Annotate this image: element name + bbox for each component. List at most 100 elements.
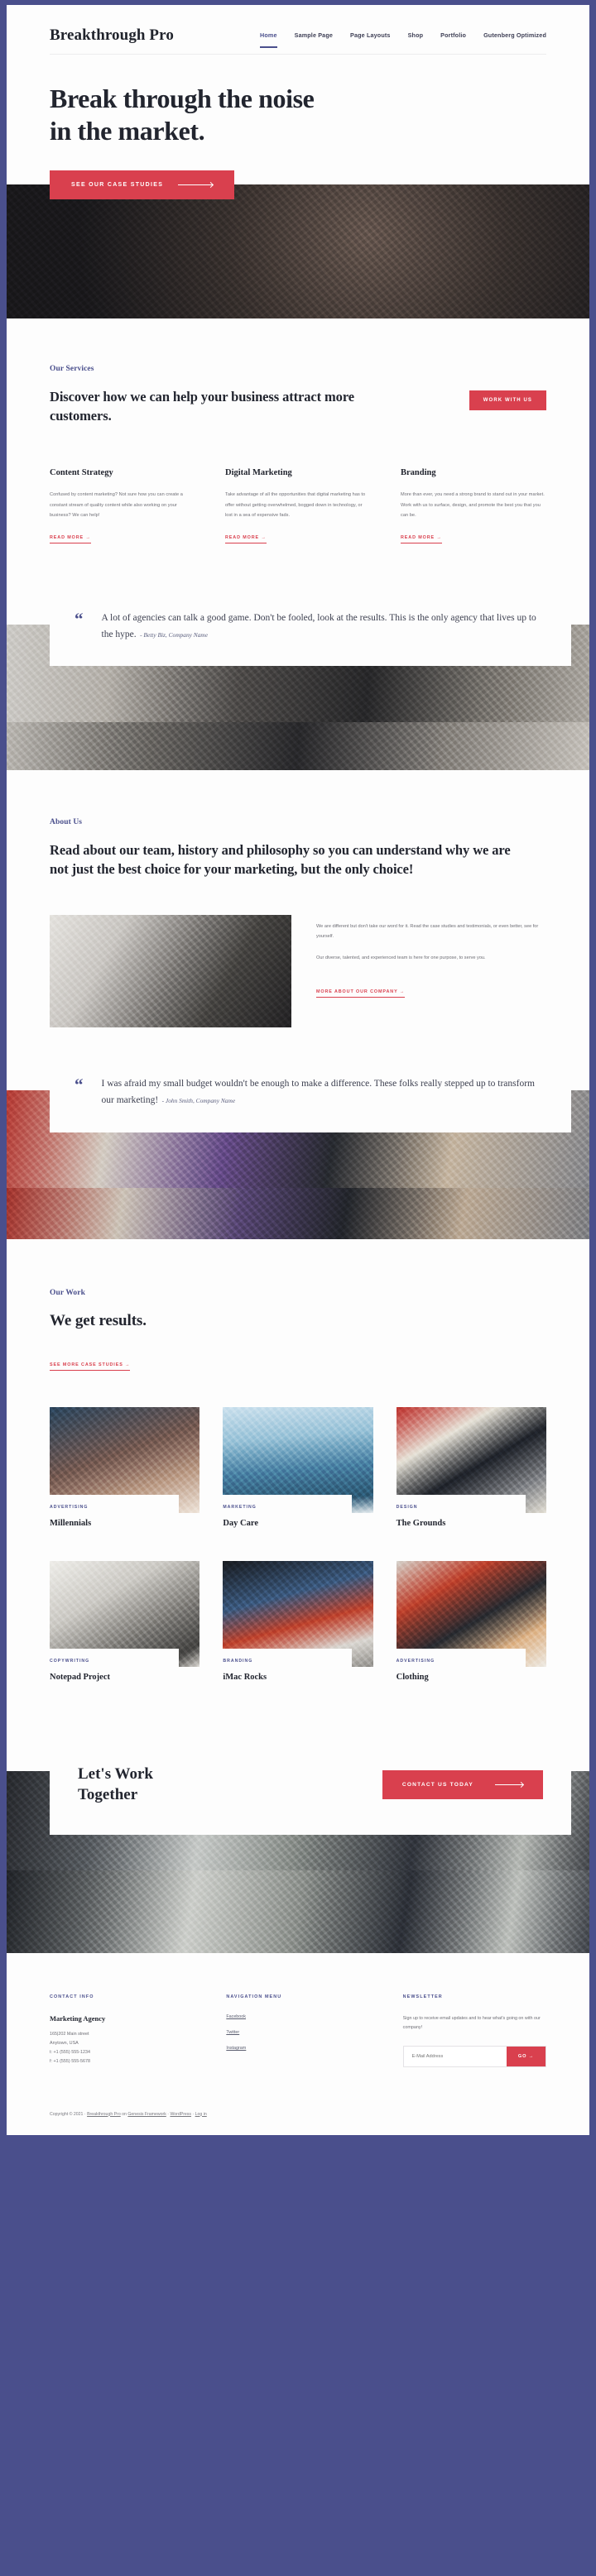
hero-cta-wrap: See Our Case Studies (7, 147, 589, 200)
footer-widgets: Contact Info Marketing Agency 165|202 Ma… (7, 1952, 589, 2097)
contact-us-today-button[interactable]: Contact Us Today (382, 1770, 543, 1800)
cta-title-line-2: Together (78, 1785, 138, 1803)
newsletter-subscribe-form: GO → (402, 2045, 546, 2067)
see-our-case-studies-label: See Our Case Studies (71, 182, 164, 189)
work-card[interactable]: Advertising Millennials (50, 1406, 200, 1539)
work-card-label: Design The Grounds (396, 1494, 526, 1539)
about-photo (50, 915, 291, 1028)
service-read-more-link[interactable]: Read More → (225, 535, 267, 544)
testimonial-photo-lower-2 (7, 1188, 589, 1240)
testimonial-card-1: “ A lot of agencies can talk a good game… (50, 588, 571, 667)
about-paragraph-1: We are different but don't take our word… (316, 924, 539, 940)
work-card-label: Branding iMac Rocks (223, 1648, 353, 1693)
work-card-title: iMac Rocks (223, 1672, 267, 1682)
page-root: Breakthrough Pro Home Sample Page Page L… (0, 0, 596, 2576)
quote-mark-icon: “ (74, 609, 84, 630)
testimonial-cite-2: - John Smith, Company Name (161, 1097, 236, 1105)
work-with-us-button[interactable]: Work With Us (469, 390, 546, 411)
cta-title-line-1: Let's Work (78, 1764, 153, 1783)
about-row: We are different but don't take our word… (50, 915, 546, 1028)
testimonial-body-2: I was afraid my small budget wouldn't be… (102, 1075, 544, 1108)
service-column-digital-marketing: Digital Marketing Take advantage of all … (225, 468, 371, 544)
credits-link-wordpress[interactable]: WordPress (170, 2112, 191, 2117)
footer-nav-heading: Navigation Menu (226, 1994, 282, 1999)
hero-headline-line-2: in the market. (50, 116, 205, 146)
footer-credits: Copyright © 2021 · Breakthrough Pro on G… (7, 2096, 589, 2135)
work-card-category: Marketing (223, 1504, 257, 1510)
service-read-more-link[interactable]: Read More → (401, 535, 442, 544)
footer-link-twitter[interactable]: Twitter (226, 2030, 369, 2035)
footer-address-line: 165|202 Main street (50, 2031, 89, 2037)
hero-headline-line-1: Break through the noise (50, 84, 315, 113)
cta-card: Let's Work Together Contact Us Today (50, 1736, 571, 1836)
work-card[interactable]: Copywriting Notepad Project (50, 1560, 200, 1693)
work-card-label: Copywriting Notepad Project (50, 1648, 179, 1693)
cta-band: Let's Work Together Contact Us Today (7, 1736, 589, 1870)
services-columns: Content Strategy Confused by content mar… (50, 468, 546, 544)
work-card-category: Copywriting (50, 1658, 90, 1664)
nav-item-sample-page[interactable]: Sample Page (295, 31, 333, 47)
work-card[interactable]: Design The Grounds (396, 1406, 546, 1539)
testimonial-cite-1: - Betty Biz, Company Name (140, 631, 209, 639)
arrow-right-icon (495, 1784, 523, 1786)
nav-item-shop[interactable]: Shop (408, 31, 424, 47)
about-eyebrow: About Us (50, 818, 83, 827)
quote-mark-icon: “ (74, 1075, 84, 1095)
site-sheet: Breakthrough Pro Home Sample Page Page L… (7, 5, 589, 2135)
work-card-title: Notepad Project (50, 1672, 110, 1682)
see-our-case-studies-button[interactable]: See Our Case Studies (50, 170, 235, 200)
nav-item-gutenberg-optimized[interactable]: Gutenberg Optimized (483, 31, 546, 47)
work-card-title: Millennials (50, 1518, 92, 1528)
testimonial-card-2: “ I was afraid my small budget wouldn't … (50, 1054, 571, 1132)
testimonial-photo-lower-1 (7, 722, 589, 771)
work-card-category: Design (396, 1504, 418, 1510)
service-column-content-strategy: Content Strategy Confused by content mar… (50, 468, 195, 544)
footer-newsletter: Newsletter Sign up to receive email upda… (402, 1994, 546, 2067)
work-eyebrow: Our Work (50, 1289, 85, 1298)
primary-navigation: Home Sample Page Page Layouts Shop Portf… (260, 31, 546, 48)
email-input[interactable] (403, 2046, 507, 2066)
service-read-more-link[interactable]: Read More → (50, 535, 91, 544)
service-title: Branding (401, 468, 436, 478)
work-card-label: Advertising Millennials (50, 1494, 179, 1539)
credits-link-log-in[interactable]: Log in (195, 2112, 207, 2117)
footer-newsletter-heading: Newsletter (402, 1994, 443, 1999)
footer-newsletter-description: Sign up to receive email updates and to … (402, 2015, 541, 2030)
work-card-category: Advertising (396, 1658, 435, 1664)
work-card-category: Advertising (50, 1504, 89, 1510)
work-title: We get results. (50, 1312, 147, 1330)
footer-address-line: Anytown, USA (50, 2041, 79, 2046)
work-card[interactable]: Branding iMac Rocks (223, 1560, 373, 1693)
more-about-our-company-link[interactable]: More About Our Company → (316, 989, 406, 998)
work-card-title: Clothing (396, 1672, 429, 1682)
footer-contact-info: Contact Info Marketing Agency 165|202 Ma… (50, 1994, 193, 2067)
nav-item-page-layouts[interactable]: Page Layouts (350, 31, 391, 47)
work-card-title: Day Care (223, 1518, 258, 1528)
footer-link-facebook[interactable]: Facebook (226, 2014, 369, 2019)
work-card[interactable]: Marketing Day Care (223, 1406, 373, 1539)
work-card[interactable]: Advertising Clothing (396, 1560, 546, 1693)
newsletter-go-button[interactable]: GO → (506, 2046, 546, 2066)
credits-link-genesis-framework[interactable]: Genesis Framework (127, 2112, 166, 2117)
see-more-case-studies-link[interactable]: See More Case Studies → (50, 1362, 131, 1371)
site-header: Breakthrough Pro Home Sample Page Page L… (7, 5, 589, 55)
cta-title: Let's Work Together (78, 1764, 153, 1805)
cta-photo-lower (7, 1870, 589, 1953)
contact-us-today-label: Contact Us Today (401, 1782, 473, 1788)
nav-item-home[interactable]: Home (260, 31, 277, 48)
site-title[interactable]: Breakthrough Pro (50, 26, 174, 45)
nav-item-portfolio[interactable]: Portfolio (440, 31, 466, 47)
work-card-label: Marketing Day Care (223, 1494, 353, 1539)
service-column-branding: Branding More than ever, you need a stro… (401, 468, 546, 544)
copyright-prefix: Copyright © 2021 · (50, 2111, 88, 2117)
footer-link-instagram[interactable]: Instagram (226, 2046, 369, 2051)
credits-link-breakthrough-pro[interactable]: Breakthrough Pro (87, 2112, 121, 2117)
testimonial-band-2: “ I was afraid my small budget wouldn't … (7, 1054, 589, 1189)
hero-section: Break through the noise in the market. (7, 55, 589, 148)
service-body: Confused by content marketing? Not sure … (50, 492, 183, 518)
services-section: Our Services Discover how we can help yo… (7, 318, 589, 589)
services-head-row: Discover how we can help your business a… (50, 387, 546, 425)
about-title: Read about our team, history and philoso… (50, 842, 511, 878)
service-title: Content Strategy (50, 468, 113, 478)
testimonial-band-1: “ A lot of agencies can talk a good game… (7, 588, 589, 723)
